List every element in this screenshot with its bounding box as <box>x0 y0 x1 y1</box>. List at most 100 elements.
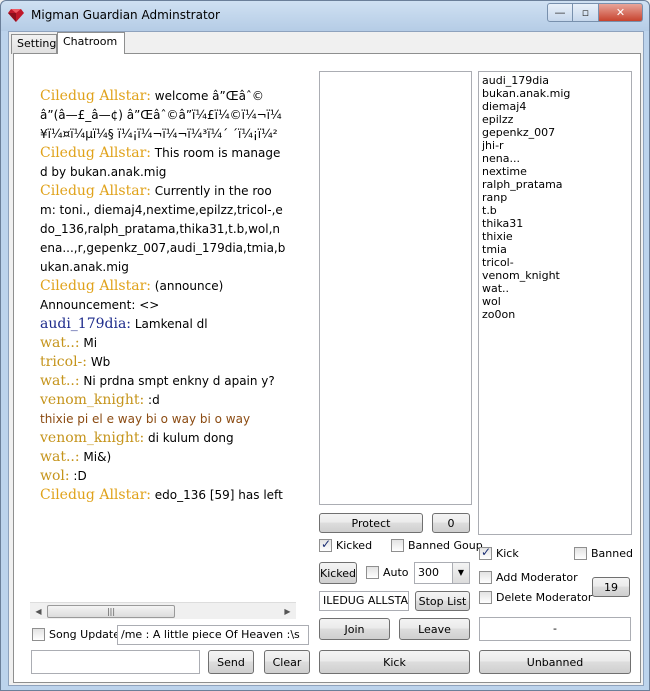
song-updater-label: Song Updater <box>49 628 125 641</box>
add-moderator-checkbox[interactable]: Add Moderator <box>479 571 578 584</box>
user-list-item[interactable]: wol <box>482 295 628 308</box>
dropdown-arrow-icon[interactable]: ▼ <box>452 563 469 583</box>
main-window: Migman Guardian Adminstrator — ▫ ✕ Setti… <box>0 0 650 691</box>
chat-message: wat..: Mi <box>40 334 286 353</box>
chat-text: di kulum dong <box>144 431 234 445</box>
minimize-button[interactable]: — <box>547 3 573 22</box>
chat-message: Ciledug Allstar: welcome â”Œâˆ©â”(â—£_â—… <box>40 87 286 144</box>
banned-group-box[interactable] <box>391 539 404 552</box>
chat-message: venom_knight: :d <box>40 391 286 410</box>
auto-box[interactable] <box>366 566 379 579</box>
chat-message: wat..: Ni prdna smpt enkny d apain y? <box>40 372 286 391</box>
join-button[interactable]: Join <box>319 618 390 640</box>
user-list-item[interactable]: ralph_pratama <box>482 178 628 191</box>
song-updater-box[interactable] <box>32 628 45 641</box>
chat-text: Mi <box>79 336 98 350</box>
chat-text: thixie pi el e way bi o way bi o way <box>40 412 251 426</box>
add-moderator-box[interactable] <box>479 571 492 584</box>
tab-setting[interactable]: Setting <box>11 34 57 54</box>
chat-nick: wat..: <box>40 335 80 351</box>
user-list-item[interactable]: zo0on <box>482 308 628 321</box>
chat-text: edo_136 [59] has left <box>150 488 283 502</box>
maximize-button[interactable]: ▫ <box>573 3 599 22</box>
user-list-item[interactable]: nextime <box>482 165 628 178</box>
chat-text: Wb <box>87 355 111 369</box>
kick-box[interactable] <box>479 545 492 560</box>
user-list-item[interactable]: diemaj4 <box>482 100 628 113</box>
window-controls: — ▫ ✕ <box>547 3 643 22</box>
kick-label: Kick <box>496 547 519 560</box>
song-updater-input[interactable]: /me : A little piece Of Heaven :\s <box>117 625 309 645</box>
chat-message: audi_179dia: Lamkenal dl <box>40 315 286 334</box>
kick-button[interactable]: Kick <box>319 650 470 674</box>
delete-moderator-box[interactable] <box>479 591 492 604</box>
ruby-gem-icon <box>8 9 24 22</box>
chat-nick: Ciledug Allstar: <box>40 88 151 104</box>
banned-box[interactable] <box>574 547 587 560</box>
clear-button[interactable]: Clear <box>264 650 310 674</box>
chat-nick: Ciledug Allstar: <box>40 278 151 294</box>
user-list-item[interactable]: jhi-r <box>482 139 628 152</box>
delete-moderator-checkbox[interactable]: Delete Moderator <box>479 591 592 604</box>
chatroom-page: Ciledug Allstar: welcome â”Œâˆ©â”(â—£_â—… <box>13 53 641 683</box>
user-count-button[interactable]: 19 <box>592 577 630 597</box>
chat-message: Ciledug Allstar: (announce) <box>40 277 286 296</box>
chat-message: tricol-: Wb <box>40 353 286 372</box>
interval-combo[interactable]: 300 ▼ <box>414 562 470 584</box>
chat-nick: wol: <box>40 468 70 484</box>
user-list-item[interactable]: wat.. <box>482 282 628 295</box>
user-list-item[interactable]: tmia <box>482 243 628 256</box>
tab-chatroom[interactable]: Chatroom <box>57 32 125 54</box>
auto-label: Auto <box>383 566 409 579</box>
maximize-icon: ▫ <box>581 6 590 19</box>
chat-text: Lamkenal dl <box>131 317 208 331</box>
user-list-item[interactable]: bukan.anak.mig <box>482 87 628 100</box>
kicked-button[interactable]: Kicked <box>319 562 357 584</box>
user-list-item[interactable]: tricol- <box>482 256 628 269</box>
song-updater-checkbox[interactable]: Song Updater <box>32 628 125 641</box>
user-list-item[interactable]: nena... <box>482 152 628 165</box>
chat-nick: audi_179dia: <box>40 316 132 332</box>
protect-count-button[interactable]: 0 <box>432 513 470 533</box>
stop-list-button[interactable]: Stop List <box>415 591 470 611</box>
chat-text: :D <box>69 469 87 483</box>
user-list-item[interactable]: gepenkz_007 <box>482 126 628 139</box>
scroll-left-icon[interactable]: ◀ <box>30 603 47 620</box>
user-list[interactable]: audi_179dia bukan.anak.mig diemaj4 epilzz ge… <box>478 71 632 535</box>
title-bar[interactable]: Migman Guardian Adminstrator — ▫ ✕ <box>1 1 649 31</box>
chat-text: :d <box>144 393 160 407</box>
protect-button[interactable]: Protect <box>319 513 423 533</box>
user-list-item[interactable]: thika31 <box>482 217 628 230</box>
user-list-item[interactable]: ranp <box>482 191 628 204</box>
banned-label: Banned <box>591 547 633 560</box>
unbanned-button[interactable]: Unbanned <box>479 650 631 674</box>
chat-horizontal-scrollbar[interactable]: ◀ ||| ▶ <box>30 602 296 619</box>
protected-list[interactable] <box>319 71 472 505</box>
banned-group-checkbox[interactable]: Banned Goup <box>391 539 483 552</box>
chat-log[interactable]: Ciledug Allstar: welcome â”Œâˆ©â”(â—£_â—… <box>30 71 296 603</box>
auto-checkbox[interactable]: Auto <box>366 566 409 579</box>
user-list-item[interactable]: thixie <box>482 230 628 243</box>
user-list-item[interactable]: venom_knight <box>482 269 628 282</box>
message-input[interactable] <box>31 650 200 674</box>
leave-button[interactable]: Leave <box>399 618 470 640</box>
chat-text: Ni prdna smpt enkny d apain y? <box>79 374 275 388</box>
room-name-input[interactable]: ILEDUG ALLSTAR <box>319 591 409 611</box>
chat-message: Announcement: <> <box>40 296 286 315</box>
minimize-icon: — <box>554 6 566 19</box>
user-list-item[interactable]: audi_179dia <box>482 74 628 87</box>
user-list-item[interactable]: epilzz <box>482 113 628 126</box>
banned-checkbox[interactable]: Banned <box>574 547 633 560</box>
kicked-checkbox[interactable]: Kicked <box>319 537 372 552</box>
kick-checkbox[interactable]: Kick <box>479 545 519 560</box>
user-list-items: audi_179dia bukan.anak.mig diemaj4 epilzz ge… <box>479 72 631 323</box>
scroll-right-icon[interactable]: ▶ <box>279 603 296 620</box>
scroll-thumb[interactable]: ||| <box>47 605 175 618</box>
user-list-item[interactable]: t.b <box>482 204 628 217</box>
chat-message: Ciledug Allstar: Currently in the room: … <box>40 182 286 277</box>
kicked-box[interactable] <box>319 537 332 552</box>
chat-nick: tricol-: <box>40 354 87 370</box>
send-button[interactable]: Send <box>208 650 254 674</box>
delete-moderator-label: Delete Moderator <box>496 591 593 604</box>
close-button[interactable]: ✕ <box>599 3 643 22</box>
